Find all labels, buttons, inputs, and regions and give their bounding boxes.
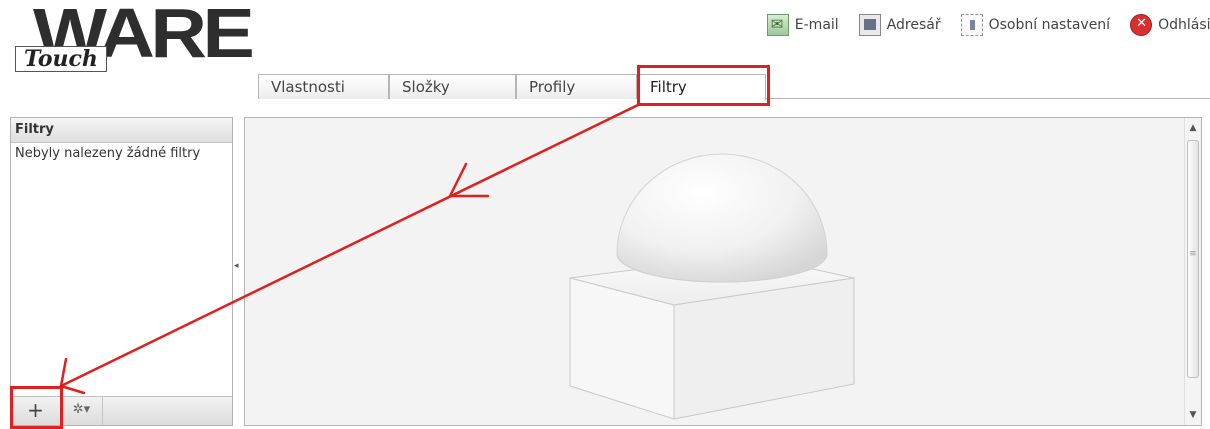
address-book-icon [858,14,881,36]
logout-link[interactable]: Odhlásit [1130,14,1210,36]
logout-icon [1130,14,1153,36]
tab-folders-label: Složky [402,78,450,96]
panel-splitter[interactable]: ◂ [233,117,243,426]
tab-profiles-label: Profily [529,78,576,96]
scroll-down-arrow-icon[interactable]: ▼ [1185,407,1201,423]
address-book-link-label: Adresář [886,17,941,33]
filters-panel-title: Filtry [11,118,232,143]
add-filter-button[interactable]: + [11,397,61,425]
email-link-label: E-mail [794,17,839,33]
filter-detail-panel: ▲ ≡ ▼ [244,117,1202,426]
logout-link-label: Odhlásit [1158,17,1210,33]
no-filters-message: Nebyly nalezeny žádné filtry [15,146,201,161]
filters-panel-toolbar: + ✲▾ [11,396,232,425]
personal-settings-icon [960,14,983,36]
app-logo: WARE Touch [15,0,255,86]
scroll-up-arrow-icon[interactable]: ▲ [1185,120,1201,136]
empty-placeholder-illustration [569,153,855,420]
tab-folders[interactable]: Složky [389,74,516,99]
tab-filters-label: Filtry [650,78,687,96]
scrollbar-grip-icon: ≡ [1189,249,1197,259]
filters-panel: Filtry Nebyly nalezeny žádné filtry + ✲▾ [10,117,233,426]
address-book-link[interactable]: Adresář [858,14,941,36]
filter-actions-menu-button[interactable]: ✲▾ [61,397,103,425]
top-links: E-mail Adresář Osobní nastavení Odhlásit [766,14,1210,36]
vertical-scrollbar[interactable]: ▲ ≡ ▼ [1184,118,1201,425]
email-icon [766,14,789,36]
email-link[interactable]: E-mail [766,14,839,36]
tab-profiles[interactable]: Profily [516,74,637,99]
tab-properties-label: Vlastnosti [271,78,345,96]
scrollbar-thumb[interactable]: ≡ [1187,140,1199,378]
tab-properties[interactable]: Vlastnosti [258,74,389,99]
logo-touch-text: Touch [15,46,107,72]
personal-settings-link[interactable]: Osobní nastavení [960,14,1111,36]
tab-filters[interactable]: Filtry [637,74,766,100]
collapse-arrow-icon: ◂ [234,261,239,271]
personal-settings-link-label: Osobní nastavení [988,17,1111,33]
